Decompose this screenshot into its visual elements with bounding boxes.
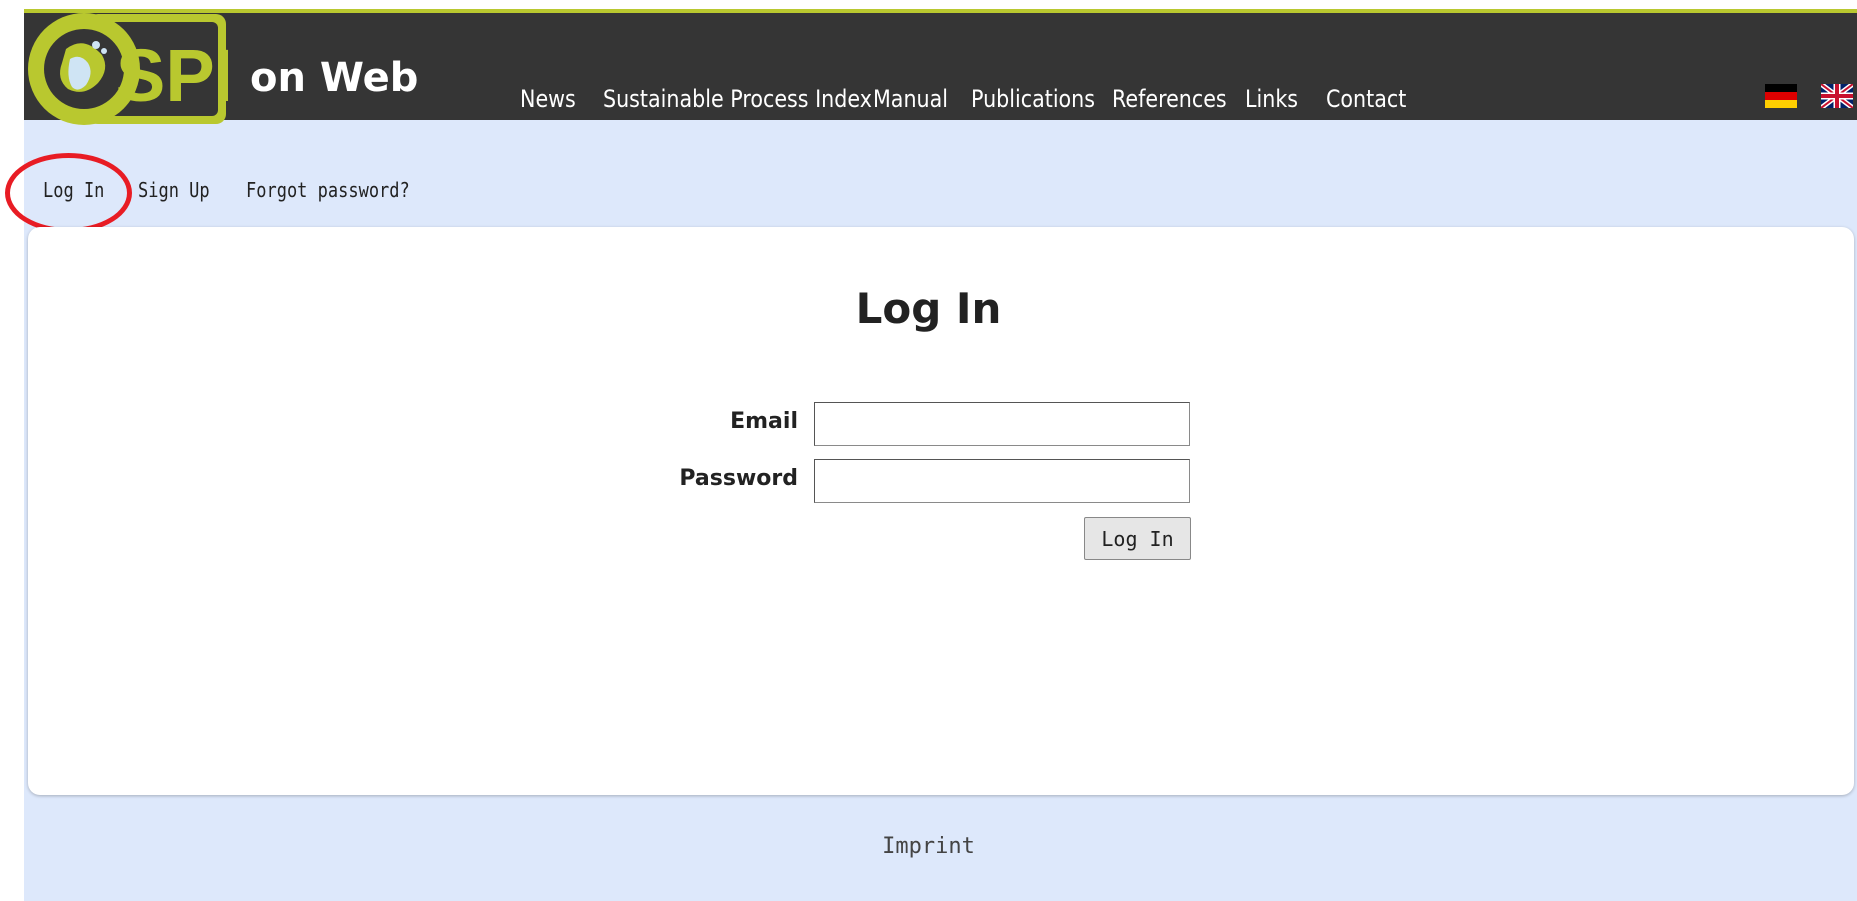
nav-links[interactable]: Links — [1245, 85, 1298, 113]
nav-manual[interactable]: Manual — [873, 85, 948, 113]
subnav-forgot-password[interactable]: Forgot password? — [246, 178, 410, 202]
logo-text: SPI — [116, 34, 228, 117]
password-label: Password — [679, 466, 798, 491]
top-accent-line — [24, 0, 1857, 13]
highlight-circle — [5, 153, 132, 233]
imprint-link[interactable]: Imprint — [0, 834, 1857, 859]
subnav-sign-up[interactable]: Sign Up — [138, 178, 210, 202]
email-label: Email — [730, 409, 798, 434]
uk-flag-icon[interactable] — [1819, 82, 1855, 110]
german-flag-icon[interactable] — [1765, 84, 1797, 108]
nav-contact[interactable]: Contact — [1326, 85, 1406, 113]
site-name: on Web — [250, 55, 419, 101]
nav-news[interactable]: News — [520, 85, 576, 113]
login-submit-button[interactable]: Log In — [1084, 517, 1191, 560]
email-field[interactable] — [814, 402, 1190, 446]
password-field[interactable] — [814, 459, 1190, 503]
nav-references[interactable]: References — [1112, 85, 1227, 113]
page-title: Log In — [855, 284, 1002, 333]
nav-sustainable-process-index[interactable]: Sustainable Process Index — [603, 85, 872, 113]
spi-logo[interactable]: SPI — [26, 11, 235, 127]
nav-publications[interactable]: Publications — [971, 85, 1095, 113]
site-header: on Web News Sustainable Process Index Ma… — [24, 13, 1857, 120]
